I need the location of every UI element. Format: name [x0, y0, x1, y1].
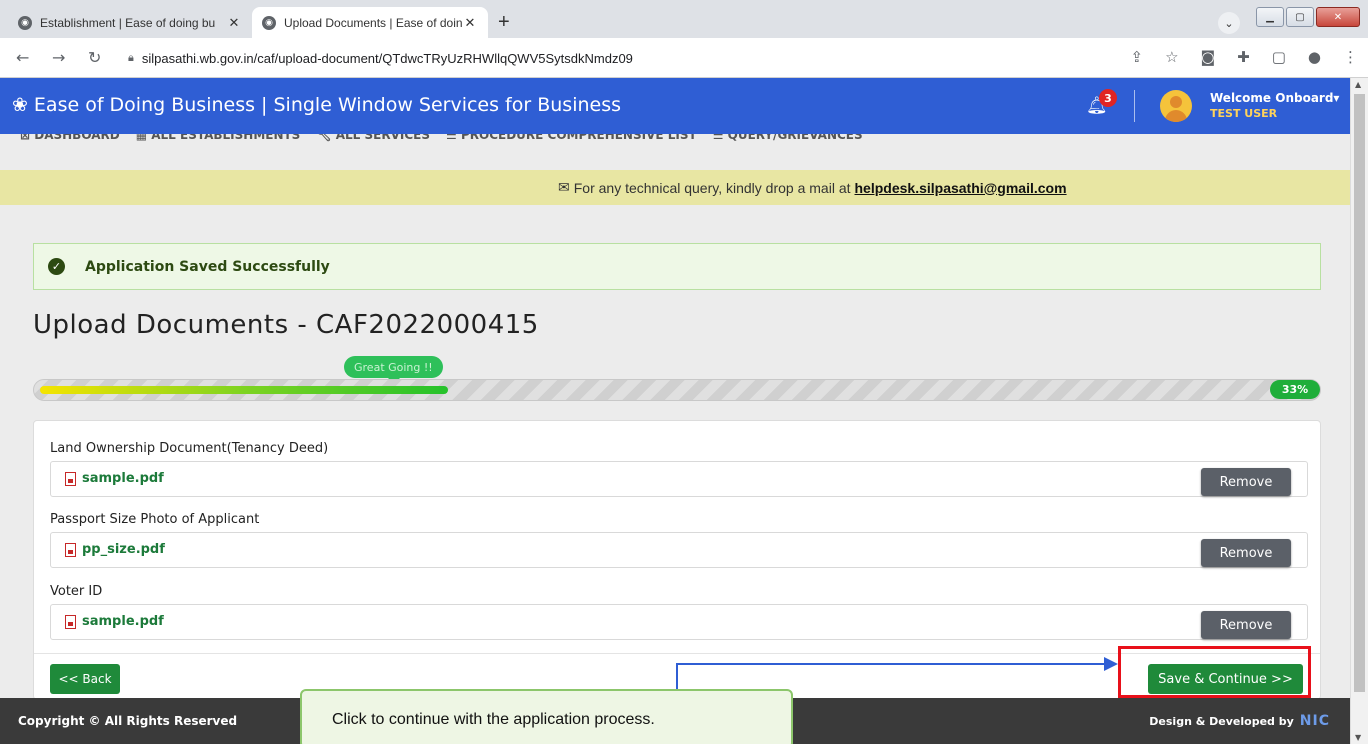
document-row: sample.pdf Remove	[50, 461, 1308, 497]
minimize-button[interactable]: ▁	[1256, 7, 1284, 27]
file-name: sample.pdf	[82, 614, 164, 629]
vertical-scrollbar[interactable]: ▲ ▼	[1350, 78, 1368, 744]
wrench-icon: 🔧︎	[316, 134, 332, 142]
building-icon: ▦	[135, 134, 148, 142]
document-row: sample.pdf Remove	[50, 604, 1308, 640]
callout-arrow-line	[676, 663, 1106, 665]
notice-text: For any technical query, kindly drop a m…	[573, 179, 851, 196]
site-title: Ease of Doing Business | Single Window S…	[33, 94, 622, 116]
menu-kebab-icon[interactable]: ⋮	[1343, 48, 1358, 66]
document-row: pp_size.pdf Remove	[50, 532, 1308, 568]
file-name: sample.pdf	[82, 471, 164, 486]
list-icon: ☰	[712, 134, 724, 142]
user-name: TEST USER	[1210, 107, 1278, 120]
list-icon: ☰	[446, 134, 457, 142]
document-label: Passport Size Photo of Applicant	[50, 512, 260, 527]
close-tab-icon[interactable]: ✕	[462, 15, 478, 31]
success-alert: ✓ Application Saved Successfully	[33, 243, 1321, 290]
notification-badge: 3	[1099, 89, 1117, 107]
profile-icon[interactable]: ●	[1308, 48, 1321, 66]
progress-fill	[40, 386, 448, 394]
help-callout: Click to continue with the application p…	[300, 689, 793, 744]
avatar-head	[1170, 96, 1182, 108]
progress-bar	[33, 379, 1321, 401]
check-circle-icon: ✓	[48, 258, 65, 275]
lock-icon: 🔒︎	[128, 51, 134, 64]
flower-logo-icon: ❀	[12, 94, 28, 116]
nic-logo: NIC	[1299, 713, 1330, 729]
globe-icon: ◉	[18, 15, 32, 30]
uploaded-file[interactable]: sample.pdf	[65, 471, 164, 486]
pdf-file-icon	[65, 542, 76, 557]
developer-credit: Design & Developed by NIC	[1149, 713, 1330, 729]
globe-icon: ◉	[262, 15, 276, 30]
browser-tab-upload-documents[interactable]: ◉ Upload Documents | Ease of doin ✕	[252, 7, 488, 38]
browser-tab-establishment[interactable]: ◉ Establishment | Ease of doing bu ✕	[8, 7, 252, 38]
scrollbar-thumb[interactable]	[1354, 94, 1365, 692]
user-menu[interactable]: Welcome Onboard▾ TEST USER	[1210, 91, 1339, 120]
remove-button[interactable]: Remove	[1201, 468, 1291, 496]
nav-all-services[interactable]: 🔧︎ ALL SERVICES	[316, 134, 430, 142]
helpdesk-email-link[interactable]: helpdesk.silpasathi@gmail.com	[855, 180, 1067, 196]
highlight-box	[1118, 646, 1311, 698]
file-name: pp_size.pdf	[82, 542, 165, 557]
document-label: Voter ID	[50, 584, 103, 599]
notice-bar: ✉ For any technical query, kindly drop a…	[0, 170, 1350, 205]
envelope-icon: ✉	[558, 179, 570, 195]
callout-arrow-stem	[676, 664, 678, 690]
progress-tooltip: Great Going !!	[344, 356, 443, 384]
pdf-file-icon	[65, 614, 76, 629]
reload-icon[interactable]: ↻	[88, 48, 101, 67]
copyright-text: Copyright © All Rights Reserved	[18, 714, 238, 728]
caret-down-icon: ▾	[1333, 91, 1340, 105]
developed-by-text: Design & Developed by	[1149, 714, 1294, 728]
back-button[interactable]: << Back	[50, 664, 120, 694]
forward-arrow-icon[interactable]: →	[52, 48, 65, 67]
remove-button[interactable]: Remove	[1201, 611, 1291, 639]
address-bar: ← → ↻ 🔒︎ silpasathi.wb.gov.in/caf/upload…	[0, 38, 1368, 78]
url-text: silpasathi.wb.gov.in/caf/upload-document…	[141, 50, 633, 66]
bookmark-star-icon[interactable]: ☆	[1165, 48, 1178, 66]
pdf-file-icon	[65, 471, 76, 486]
browser-toolbar: ⇪ ☆ ◙ ✚ ▢ ● ⋮	[1131, 48, 1358, 66]
window-controls: ⌄ ▁ ▢ ✕	[1218, 0, 1360, 34]
brand[interactable]: ❀ Ease of Doing Business | Single Window…	[12, 94, 621, 116]
nav-query-grievances[interactable]: ☰ QUERY/GRIEVANCES	[713, 134, 863, 142]
extensions-icon[interactable]: ✚	[1237, 48, 1250, 66]
nav-all-establishments[interactable]: ▦ ALL ESTABLISHMENTS	[136, 134, 301, 142]
share-icon[interactable]: ⇪	[1131, 48, 1144, 66]
callout-text: Click to continue with the application p…	[332, 711, 655, 728]
welcome-text: Welcome Onboard	[1210, 91, 1334, 105]
arrow-head-icon	[1104, 657, 1118, 671]
page-title: Upload Documents - CAF2022000415	[33, 310, 539, 340]
app-header: ❀ Ease of Doing Business | Single Window…	[0, 78, 1350, 134]
url-field[interactable]: 🔒︎ silpasathi.wb.gov.in/caf/upload-docum…	[128, 46, 633, 70]
nav-dashboard[interactable]: ⊠ DASHBOARD	[20, 134, 120, 142]
document-label: Land Ownership Document(Tenancy Deed)	[50, 441, 329, 456]
uploaded-file[interactable]: sample.pdf	[65, 614, 164, 629]
browser-tab-bar: ◉ Establishment | Ease of doing bu ✕ ◉ U…	[0, 0, 1368, 38]
sidepanel-icon[interactable]: ▢	[1272, 48, 1286, 66]
success-message: Application Saved Successfully	[85, 258, 330, 275]
close-window-button[interactable]: ✕	[1316, 7, 1360, 27]
uploaded-file[interactable]: pp_size.pdf	[65, 542, 165, 557]
new-tab-button[interactable]: +	[498, 11, 510, 34]
progress-percent-badge: 33%	[1270, 380, 1320, 399]
tab-title: Establishment | Ease of doing bu	[40, 15, 216, 30]
remove-button[interactable]: Remove	[1201, 539, 1291, 567]
main-nav: ⊠ DASHBOARD ▦ ALL ESTABLISHMENTS 🔧︎ ALL …	[0, 134, 1350, 170]
dashboard-icon: ⊠	[20, 134, 31, 142]
maximize-button[interactable]: ▢	[1286, 7, 1314, 27]
close-tab-icon[interactable]: ✕	[226, 15, 242, 31]
camera-icon[interactable]: ◙	[1201, 48, 1216, 66]
tab-title: Upload Documents | Ease of doin	[284, 15, 462, 30]
tab-search-icon[interactable]: ⌄	[1218, 12, 1240, 34]
avatar-body	[1165, 110, 1187, 122]
scroll-up-icon[interactable]: ▲	[1355, 80, 1361, 89]
back-arrow-icon[interactable]: ←	[16, 48, 29, 67]
header-divider	[1134, 90, 1135, 122]
avatar[interactable]	[1160, 90, 1192, 122]
nav-procedure-list[interactable]: ☰ PROCEDURE COMPREHENSIVE LIST	[446, 134, 697, 142]
scroll-down-icon[interactable]: ▼	[1355, 733, 1361, 742]
